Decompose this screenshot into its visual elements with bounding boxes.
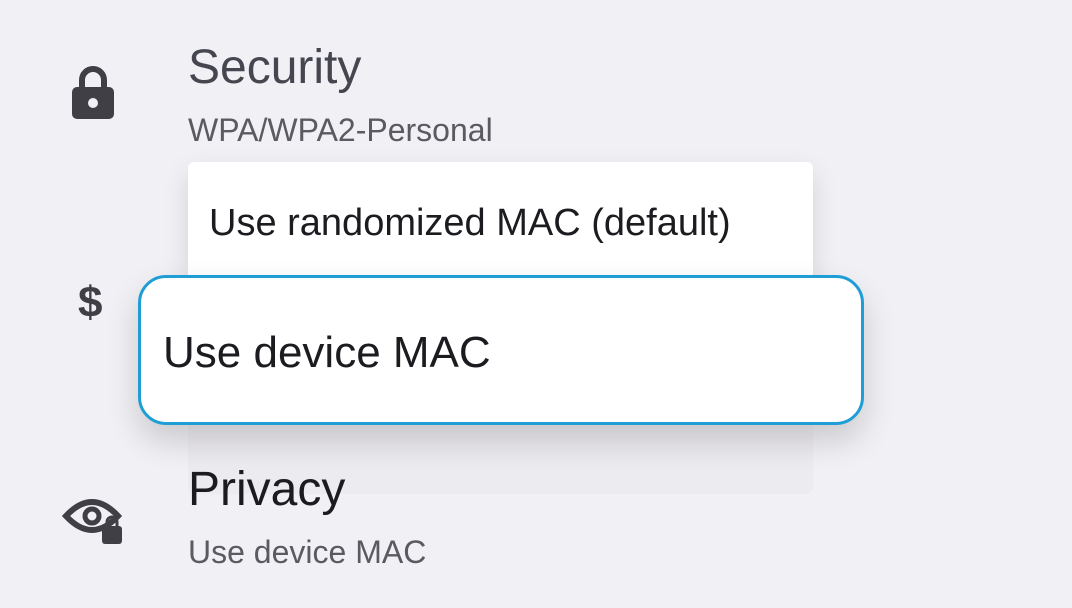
menu-option-device-mac[interactable]: Use device MAC: [138, 275, 864, 425]
security-summary: WPA/WPA2-Personal: [188, 112, 493, 148]
security-title: Security: [188, 41, 362, 94]
menu-option-label: Use randomized MAC (default): [209, 202, 731, 244]
security-row[interactable]: Security WPA/WPA2-Personal: [0, 0, 1072, 160]
dollar-icon: $: [78, 278, 103, 327]
lock-icon: [72, 66, 114, 119]
privacy-row[interactable]: Privacy Use device MAC: [0, 440, 1072, 608]
privacy-summary: Use device MAC: [188, 534, 427, 570]
privacy-title: Privacy: [188, 463, 346, 516]
menu-option-randomized-mac[interactable]: Use randomized MAC (default): [188, 162, 813, 282]
eye-lock-icon: [62, 499, 123, 544]
menu-option-label: Use device MAC: [163, 328, 491, 377]
